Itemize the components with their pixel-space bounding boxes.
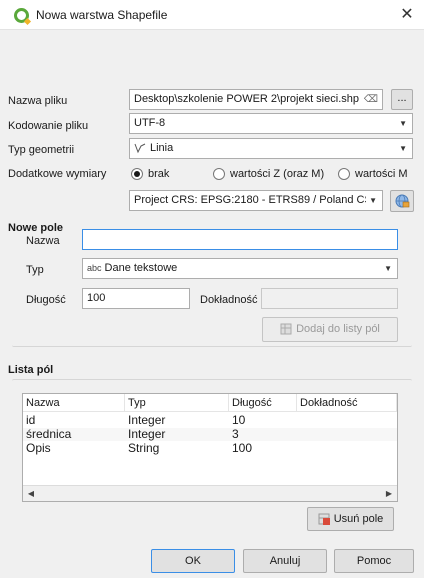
file-path-value: Desktop\szkolenie POWER 2\projekt sieci.… — [134, 93, 359, 105]
chevron-down-icon: ▼ — [399, 144, 407, 153]
radio-none-label[interactable]: brak — [148, 168, 169, 180]
text-type-icon: abc — [87, 263, 102, 273]
table-row[interactable]: Opis String 100 — [23, 442, 397, 455]
radio-m-values[interactable] — [338, 168, 350, 180]
ok-button[interactable]: OK — [151, 549, 235, 573]
cell-precision — [297, 428, 397, 441]
cell-type: Integer — [128, 427, 166, 441]
cell-type: Integer — [128, 413, 166, 427]
close-icon[interactable]: ✕ — [396, 5, 418, 25]
crs-value: Project CRS: EPSG:2180 - ETRS89 / Poland… — [134, 194, 372, 206]
geometry-type-label: Typ geometrii — [8, 144, 75, 156]
qgis-logo-icon — [14, 8, 29, 23]
length-label: Długość — [26, 294, 66, 306]
encoding-select[interactable]: UTF-8 ▼ — [129, 113, 413, 134]
column-header-name[interactable]: Nazwa — [23, 394, 125, 412]
chevron-down-icon: ▼ — [399, 119, 407, 128]
chevron-down-icon: ▼ — [366, 191, 377, 210]
length-value: 100 — [87, 292, 106, 304]
cell-name: średnica — [26, 427, 72, 441]
chevron-down-icon: ▼ — [384, 264, 392, 273]
field-type-label: Typ — [26, 264, 44, 276]
cell-length: 3 — [232, 427, 239, 441]
add-to-field-list-button[interactable]: Dodaj do listy pól — [262, 317, 398, 342]
remove-field-icon — [318, 513, 330, 526]
globe-crs-icon — [395, 194, 410, 208]
table-row[interactable]: średnica Integer 3 — [23, 428, 397, 441]
field-type-select[interactable]: abc Dane tekstowe ▼ — [82, 258, 398, 279]
crs-selector-button[interactable] — [390, 190, 414, 212]
cell-length: 10 — [232, 413, 246, 427]
scroll-left-icon[interactable]: ◀ — [24, 487, 38, 501]
cancel-button[interactable]: Anuluj — [243, 549, 327, 573]
radio-z-values[interactable] — [213, 168, 225, 180]
remove-field-label: Usuń pole — [333, 513, 384, 525]
cell-precision — [297, 414, 397, 427]
geometry-type-select[interactable]: Linia ▼ — [129, 138, 413, 159]
crs-select[interactable]: Project CRS: EPSG:2180 - ETRS89 / Poland… — [129, 190, 383, 211]
cell-type: String — [128, 441, 160, 455]
cell-length: 100 — [232, 441, 253, 455]
horizontal-scrollbar[interactable]: ◀ ▶ — [23, 485, 397, 501]
file-name-label: Nazwa pliku — [8, 95, 68, 107]
radio-m-values-label[interactable]: wartości M — [355, 168, 408, 180]
help-button[interactable]: Pomoc — [334, 549, 414, 573]
field-list-table[interactable]: Nazwa Typ Długość Dokładność id Integer … — [22, 393, 398, 502]
table-row[interactable]: id Integer 10 — [23, 414, 397, 427]
add-field-icon — [280, 323, 292, 335]
line-geometry-icon — [134, 143, 146, 154]
field-name-label: Nazwa — [26, 235, 60, 247]
remove-field-button[interactable]: Usuń pole — [307, 507, 394, 531]
encoding-label: Kodowanie pliku — [8, 120, 89, 132]
field-name-input[interactable] — [82, 229, 398, 250]
geometry-type-value: Linia — [150, 142, 174, 154]
column-header-precision[interactable]: Dokładność — [297, 394, 397, 412]
radio-none[interactable] — [131, 168, 143, 180]
browse-button[interactable]: ... — [391, 89, 413, 110]
add-to-field-list-label: Dodaj do listy pól — [296, 323, 380, 335]
cell-name: id — [26, 413, 36, 427]
cell-precision — [297, 442, 397, 455]
length-input[interactable]: 100 — [82, 288, 190, 309]
precision-input[interactable] — [261, 288, 398, 309]
precision-label: Dokładność — [200, 294, 258, 306]
radio-z-values-label[interactable]: wartości Z (oraz M) — [230, 168, 324, 180]
column-header-type[interactable]: Typ — [125, 394, 229, 412]
encoding-value: UTF-8 — [134, 117, 166, 129]
file-path-field[interactable]: Desktop\szkolenie POWER 2\projekt sieci.… — [129, 89, 383, 110]
cell-name: Opis — [26, 441, 51, 455]
scroll-right-icon[interactable]: ▶ — [382, 487, 396, 501]
field-type-value: Dane tekstowe — [104, 262, 178, 274]
dimensions-label: Dodatkowe wymiary — [8, 168, 107, 180]
window-title: Nowa warstwa Shapefile — [36, 8, 168, 22]
column-header-length[interactable]: Długość — [229, 394, 297, 412]
title-bar: Nowa warstwa Shapefile ✕ — [0, 0, 424, 30]
field-list-title: Lista pól — [8, 364, 54, 376]
clear-field-icon[interactable]: ⌫ — [364, 90, 378, 109]
